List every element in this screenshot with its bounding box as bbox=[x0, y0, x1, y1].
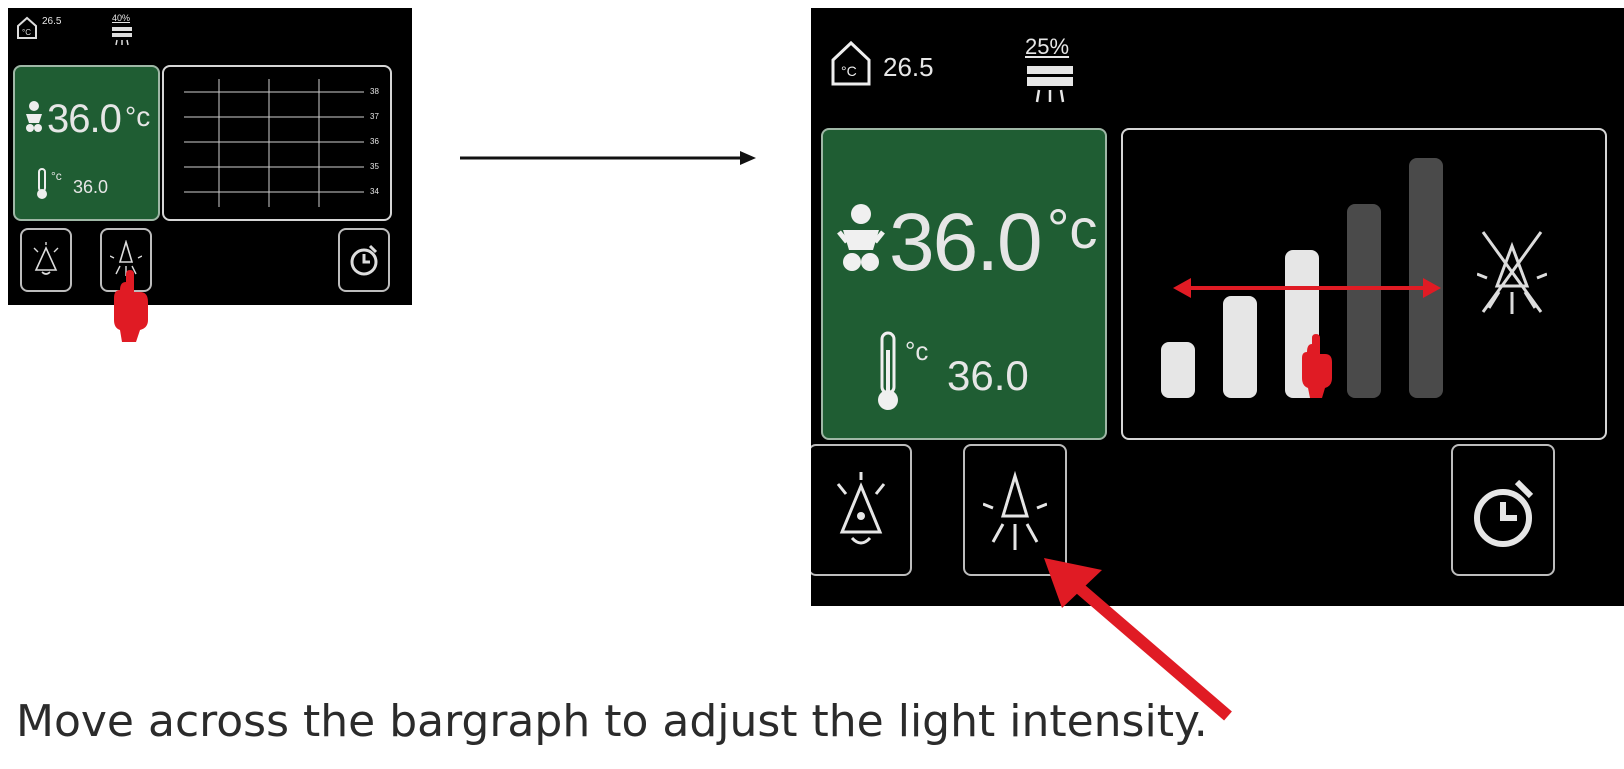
alarm-bell-icon bbox=[33, 242, 59, 275]
light-intensity-panel[interactable] bbox=[1121, 128, 1607, 440]
thermometer-icon bbox=[878, 331, 898, 410]
trend-chart-grid bbox=[184, 79, 364, 207]
hand-pointer-icon bbox=[114, 270, 148, 342]
adjust-arrow-icon bbox=[1173, 278, 1441, 298]
baby-temp-value: 36.0 bbox=[889, 197, 1043, 288]
timer-button[interactable] bbox=[1451, 444, 1555, 576]
trend-chart-panel: 38 37 36 35 34 bbox=[162, 65, 392, 221]
temperature-panel[interactable]: 36.0 °c °c 36.0 bbox=[13, 65, 160, 221]
small-device-screen: °C 26.5 40% 36.0 °c °c 36.0 38 37 36 35 … bbox=[8, 8, 412, 305]
alarm-bell-icon bbox=[836, 472, 886, 545]
hand-pointer-icon bbox=[1302, 334, 1332, 398]
set-temp-value: 36.0 bbox=[947, 352, 1029, 399]
svg-text:°C: °C bbox=[22, 28, 31, 37]
svg-text:°C: °C bbox=[841, 63, 857, 79]
alarm-button[interactable] bbox=[20, 228, 72, 292]
caption: Move across the bargraph to adjust the l… bbox=[16, 696, 1208, 747]
chart-scale-label: 37 bbox=[370, 112, 379, 121]
baby-temp-value: 36.0 bbox=[47, 97, 122, 141]
home-thermometer-icon: °C bbox=[831, 40, 871, 86]
intensity-bar-1[interactable] bbox=[1161, 342, 1195, 398]
set-temp-unit: °c bbox=[905, 336, 929, 366]
intensity-bar-2[interactable] bbox=[1223, 296, 1257, 398]
humidifier-icon bbox=[1027, 66, 1073, 103]
large-device-screen: °C 26.5 25% 36.0 °c °c 36.0 bbox=[811, 8, 1624, 606]
chart-scale-label: 36 bbox=[370, 137, 379, 146]
timer-button[interactable] bbox=[338, 228, 390, 292]
baby-temp-unit: °c bbox=[1047, 197, 1098, 260]
timer-icon bbox=[350, 244, 378, 276]
baby-temp-unit: °c bbox=[125, 101, 151, 132]
set-temp-value: 36.0 bbox=[73, 177, 109, 197]
light-off-icon bbox=[1477, 231, 1547, 314]
intensity-bar-4[interactable] bbox=[1347, 204, 1381, 398]
humidity-value: 40% bbox=[112, 13, 131, 23]
home-thermometer-icon: °C bbox=[17, 16, 37, 39]
timer-icon bbox=[1474, 479, 1534, 547]
set-temp-unit: °c bbox=[51, 169, 62, 183]
light-bulb-icon bbox=[983, 470, 1047, 550]
chart-scale-label: 34 bbox=[370, 187, 379, 196]
chart-scale-label: 38 bbox=[370, 87, 379, 96]
humidifier-icon bbox=[112, 27, 132, 46]
temperature-panel[interactable]: 36.0 °c °c 36.0 bbox=[821, 128, 1107, 440]
humidity-value: 25% bbox=[1025, 34, 1070, 59]
chart-scale-label: 35 bbox=[370, 162, 379, 171]
room-temp-value: 26.5 bbox=[883, 52, 934, 82]
alarm-button[interactable] bbox=[811, 444, 912, 576]
baby-icon bbox=[837, 204, 885, 271]
thermometer-icon bbox=[37, 168, 47, 199]
room-temp-value: 26.5 bbox=[42, 16, 62, 27]
baby-icon bbox=[26, 101, 42, 132]
arrow-icon bbox=[460, 151, 756, 165]
